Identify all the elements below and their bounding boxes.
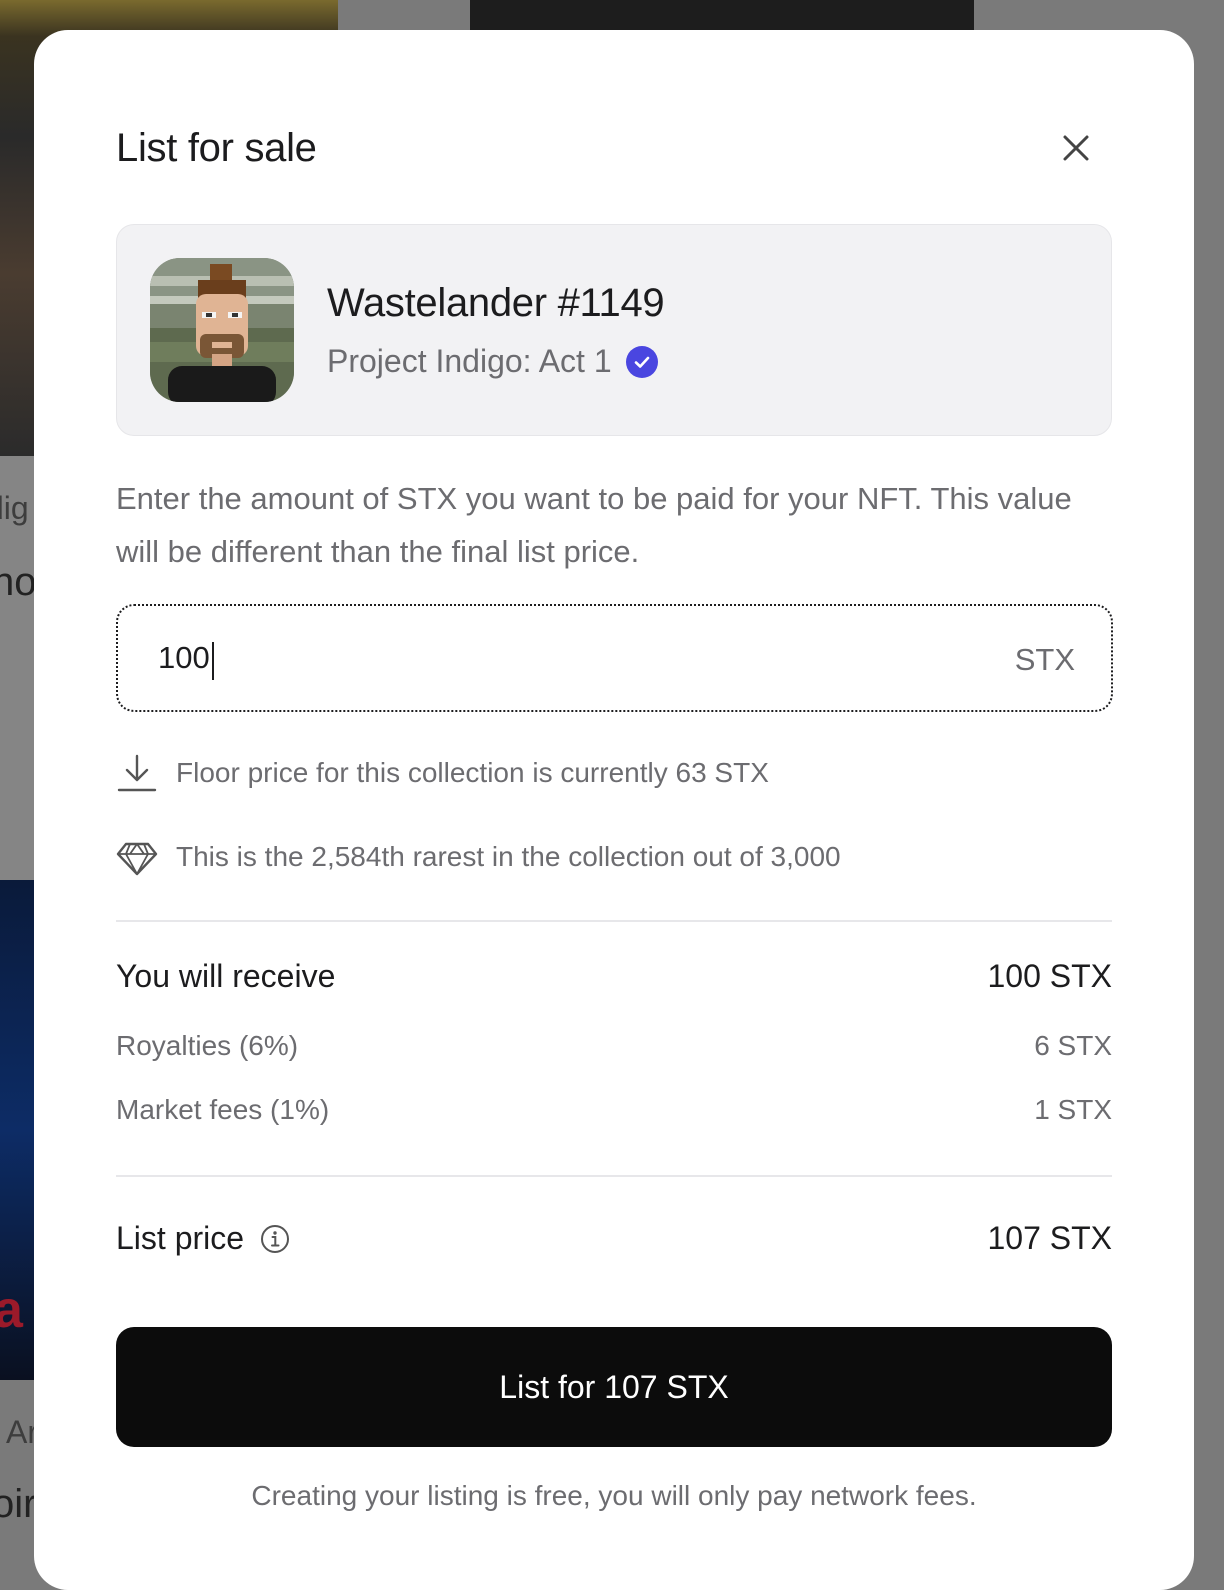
list-price-label: List price <box>116 1220 245 1256</box>
list-price-label-group: List price <box>116 1220 290 1257</box>
download-arrow-icon <box>117 754 157 792</box>
floor-price-text: Floor price for this collection is curre… <box>176 757 769 788</box>
rarity-text: This is the 2,584th rarest in the collec… <box>176 841 841 872</box>
list-for-sale-button[interactable]: List for 107 STX <box>116 1327 1112 1447</box>
receive-value: 100 STX <box>987 958 1112 994</box>
market-fees-row: Market fees (1%) 1 STX <box>116 1094 1112 1126</box>
nft-card: Wastelander #1149 Project Indigo: Act 1 <box>116 224 1112 436</box>
text-caret <box>212 642 214 680</box>
price-instructions: Enter the amount of STX you want to be p… <box>116 481 1072 569</box>
royalties-label: Royalties (6%) <box>116 1030 299 1061</box>
receive-row: You will receive 100 STX <box>116 958 1112 995</box>
receive-label: You will receive <box>116 958 336 994</box>
list-for-sale-modal: List for sale Wastelander #1149 Project … <box>34 30 1194 1590</box>
royalties-row: Royalties (6%) 6 STX <box>116 1030 1112 1062</box>
market-fees-label: Market fees (1%) <box>116 1094 330 1125</box>
rarity-info: This is the 2,584th rarest in the collec… <box>116 836 841 878</box>
background-text-1: dig <box>0 490 29 526</box>
royalties-value: 6 STX <box>1034 1030 1112 1061</box>
list-price-value: 107 STX <box>987 1220 1112 1256</box>
nft-thumbnail <box>150 258 294 402</box>
diamond-icon <box>116 842 158 876</box>
background-nft-tile-2 <box>470 0 974 30</box>
close-icon <box>1063 135 1089 161</box>
nft-collection-link[interactable]: Project Indigo: Act 1 <box>327 343 658 380</box>
nft-collection-name: Project Indigo: Act 1 <box>327 343 612 379</box>
floor-price-info: Floor price for this collection is curre… <box>116 752 769 794</box>
background-text-5: oir <box>0 1482 37 1526</box>
price-input-wrapper[interactable]: STX <box>116 604 1113 712</box>
nft-name: Wastelander #1149 <box>327 281 665 325</box>
verified-check-icon <box>625 345 658 378</box>
close-button[interactable] <box>1050 122 1102 174</box>
currency-suffix: STX <box>1014 642 1075 677</box>
divider <box>116 1175 1112 1177</box>
info-icon[interactable] <box>260 1224 290 1254</box>
price-input[interactable] <box>158 630 938 686</box>
modal-title: List for sale <box>116 126 317 170</box>
divider <box>116 920 1112 922</box>
list-price-row: List price 107 STX <box>116 1220 1112 1257</box>
background-text-2: no <box>0 560 37 604</box>
background-text-3: a <box>0 1281 23 1339</box>
listing-fee-note: Creating your listing is free, you will … <box>251 1480 977 1511</box>
market-fees-value: 1 STX <box>1034 1094 1112 1125</box>
